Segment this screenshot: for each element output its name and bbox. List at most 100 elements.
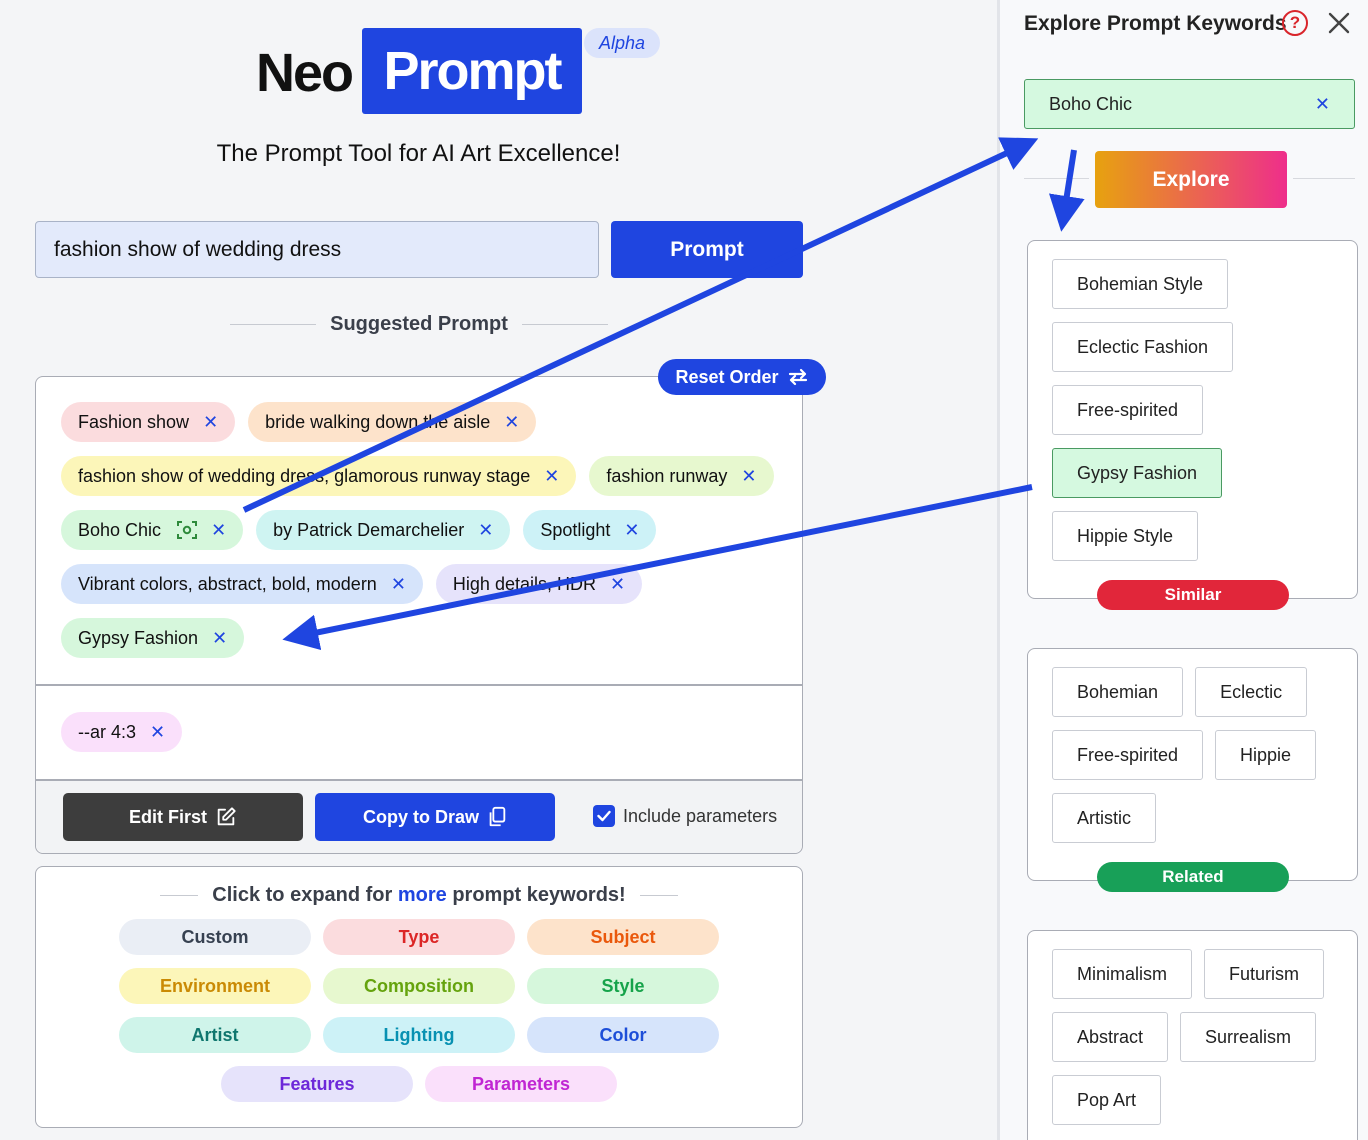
remove-tag-icon[interactable]: ✕ <box>504 412 519 433</box>
category-artist[interactable]: Artist <box>119 1017 311 1053</box>
category-parameters[interactable]: Parameters <box>425 1066 617 1102</box>
prompt-tag[interactable]: Vibrant colors, abstract, bold, modern ✕ <box>61 564 423 604</box>
related-panel: Bohemian Eclectic Free-spirited Hippie Artis… <box>1027 648 1358 892</box>
category-color[interactable]: Color <box>527 1017 719 1053</box>
prompt-button[interactable]: Prompt <box>611 221 803 278</box>
edit-first-button[interactable]: Edit First <box>63 793 303 841</box>
keyword-chip[interactable]: Free-spirited <box>1052 385 1204 435</box>
divider-line <box>230 324 317 325</box>
keyword-chip[interactable]: Gypsy Fashion <box>1052 448 1223 498</box>
remove-tag-icon[interactable]: ✕ <box>478 520 493 541</box>
prompt-tag-label: bride walking down the aisle <box>265 411 491 432</box>
tagline: The Prompt Tool for AI Art Excellence! <box>216 140 621 167</box>
keyword-chip[interactable]: Artistic <box>1052 793 1156 843</box>
keyword-chip[interactable]: Hippie Style <box>1052 511 1199 561</box>
keyword-chip[interactable]: Hippie <box>1215 730 1317 780</box>
remove-tag-icon[interactable]: ✕ <box>391 574 406 595</box>
keyword-chip[interactable]: Eclectic <box>1195 667 1308 717</box>
checkbox-checked-icon[interactable] <box>593 805 615 827</box>
category-type[interactable]: Type <box>323 919 515 955</box>
explore-button[interactable]: Explore <box>1095 151 1287 208</box>
suggested-prompt-heading: Suggested Prompt <box>230 313 609 336</box>
divider-line <box>160 895 199 896</box>
category-environment[interactable]: Environment <box>119 968 311 1004</box>
remove-tag-icon[interactable]: ✕ <box>150 722 165 743</box>
similar-label: Similar <box>1097 580 1289 610</box>
keyword-chip[interactable]: Pop Art <box>1052 1075 1162 1125</box>
reset-order-button[interactable]: Reset Order <box>658 359 826 395</box>
keyword-value: Boho Chic <box>1049 93 1133 114</box>
suggested-prompt-box: Fashion show ✕ bride walking down the aisl… <box>35 376 803 854</box>
category-features[interactable]: Features <box>221 1066 413 1102</box>
category-subject[interactable]: Subject <box>527 919 719 955</box>
keyword-chip[interactable]: Free-spirited <box>1052 730 1204 780</box>
category-composition[interactable]: Composition <box>323 968 515 1004</box>
logo-prompt: Prompt <box>362 28 582 114</box>
prompt-tag[interactable]: fashion show of wedding dress, glamorous… <box>61 456 577 496</box>
prompt-tag-label: fashion runway <box>606 465 728 486</box>
copy-icon <box>489 806 506 827</box>
remove-tag-icon[interactable]: ✕ <box>212 628 227 649</box>
category-custom[interactable]: Custom <box>119 919 311 955</box>
main-panel: Neo Prompt Alpha The Prompt Tool for AI … <box>0 0 997 1140</box>
divider <box>36 684 802 686</box>
swap-arrows-icon <box>788 368 807 386</box>
clear-keyword-icon[interactable]: ✕ <box>1315 94 1330 115</box>
suggested-prompt-title: Suggested Prompt <box>330 313 508 335</box>
alpha-badge: Alpha <box>584 28 660 58</box>
prompt-tag-list: Fashion show ✕ bride walking down the aisl… <box>61 402 791 658</box>
prompt-tag-label: High details, HDR <box>452 573 596 594</box>
keyword-chip[interactable]: Bohemian Style <box>1052 259 1229 309</box>
remove-tag-icon[interactable]: ✕ <box>624 520 639 541</box>
prompt-tag[interactable]: by Patrick Demarchelier ✕ <box>256 510 511 550</box>
keyword-input[interactable]: Boho Chic ✕ <box>1024 79 1355 129</box>
edit-icon <box>217 807 236 826</box>
divider-line <box>521 324 609 325</box>
prompt-actions-bar: Edit First Copy to Draw Include paramete… <box>36 781 802 853</box>
third-panel: Minimalism Futurism Abstract Surrealism Pop … <box>1027 930 1358 1140</box>
prompt-tag[interactable]: Boho Chic ✕ <box>61 510 244 550</box>
prompt-tag[interactable]: fashion runway ✕ <box>589 456 774 496</box>
logo-neo: Neo <box>256 43 354 103</box>
include-parameters-label: Include parameters <box>623 805 778 826</box>
prompt-tag-label: Fashion show <box>78 411 190 432</box>
keyword-chip[interactable]: Minimalism <box>1052 949 1192 999</box>
copy-to-draw-button[interactable]: Copy to Draw <box>315 793 555 841</box>
parameter-tag-list: --ar 4:3 ✕ <box>61 712 791 752</box>
remove-tag-icon[interactable]: ✕ <box>610 574 625 595</box>
edit-first-label: Edit First <box>128 806 207 827</box>
keyword-chip[interactable]: Futurism <box>1204 949 1325 999</box>
prompt-tag[interactable]: Fashion show ✕ <box>61 402 236 442</box>
prompt-tag-label: Boho Chic <box>78 519 162 540</box>
keyword-categories-box: Click to expand for more prompt keywords… <box>35 866 803 1128</box>
explore-keywords-sidebar: Explore Prompt Keywords ? Boho Chic ✕ Ex… <box>997 0 1368 1140</box>
expand-heading: Click to expand for more prompt keywords… <box>36 884 802 907</box>
scan-icon[interactable] <box>177 520 198 540</box>
prompt-tag[interactable]: Spotlight ✕ <box>523 510 657 550</box>
prompt-tag-label: fashion show of wedding dress, glamorous… <box>78 465 531 486</box>
help-icon[interactable]: ? <box>1282 10 1308 36</box>
reset-order-label: Reset Order <box>675 366 779 387</box>
prompt-tag[interactable]: --ar 4:3 ✕ <box>61 712 183 752</box>
related-label: Related <box>1097 862 1289 892</box>
expand-title: Click to expand for more prompt keywords… <box>212 884 626 906</box>
prompt-tag[interactable]: Gypsy Fashion ✕ <box>61 618 245 658</box>
keyword-chip[interactable]: Abstract <box>1052 1012 1169 1062</box>
category-style[interactable]: Style <box>527 968 719 1004</box>
copy-to-draw-label: Copy to Draw <box>362 806 479 827</box>
prompt-tag-label: Vibrant colors, abstract, bold, modern <box>78 573 377 594</box>
remove-tag-icon[interactable]: ✕ <box>203 412 218 433</box>
remove-tag-icon[interactable]: ✕ <box>741 466 756 487</box>
include-parameters-checkbox[interactable]: Include parameters <box>593 805 777 827</box>
keyword-chip[interactable]: Surrealism <box>1180 1012 1317 1062</box>
keyword-chip[interactable]: Bohemian <box>1052 667 1184 717</box>
close-icon[interactable] <box>1326 10 1352 36</box>
keyword-chip[interactable]: Eclectic Fashion <box>1052 322 1234 372</box>
remove-tag-icon[interactable]: ✕ <box>544 466 559 487</box>
category-list: Custom Type Subject Environment Composition S… <box>36 919 802 1102</box>
prompt-search-input[interactable] <box>35 221 599 278</box>
prompt-tag[interactable]: High details, HDR ✕ <box>435 564 643 604</box>
prompt-tag[interactable]: bride walking down the aisle ✕ <box>248 402 537 442</box>
category-lighting[interactable]: Lighting <box>323 1017 515 1053</box>
remove-tag-icon[interactable]: ✕ <box>211 520 226 541</box>
